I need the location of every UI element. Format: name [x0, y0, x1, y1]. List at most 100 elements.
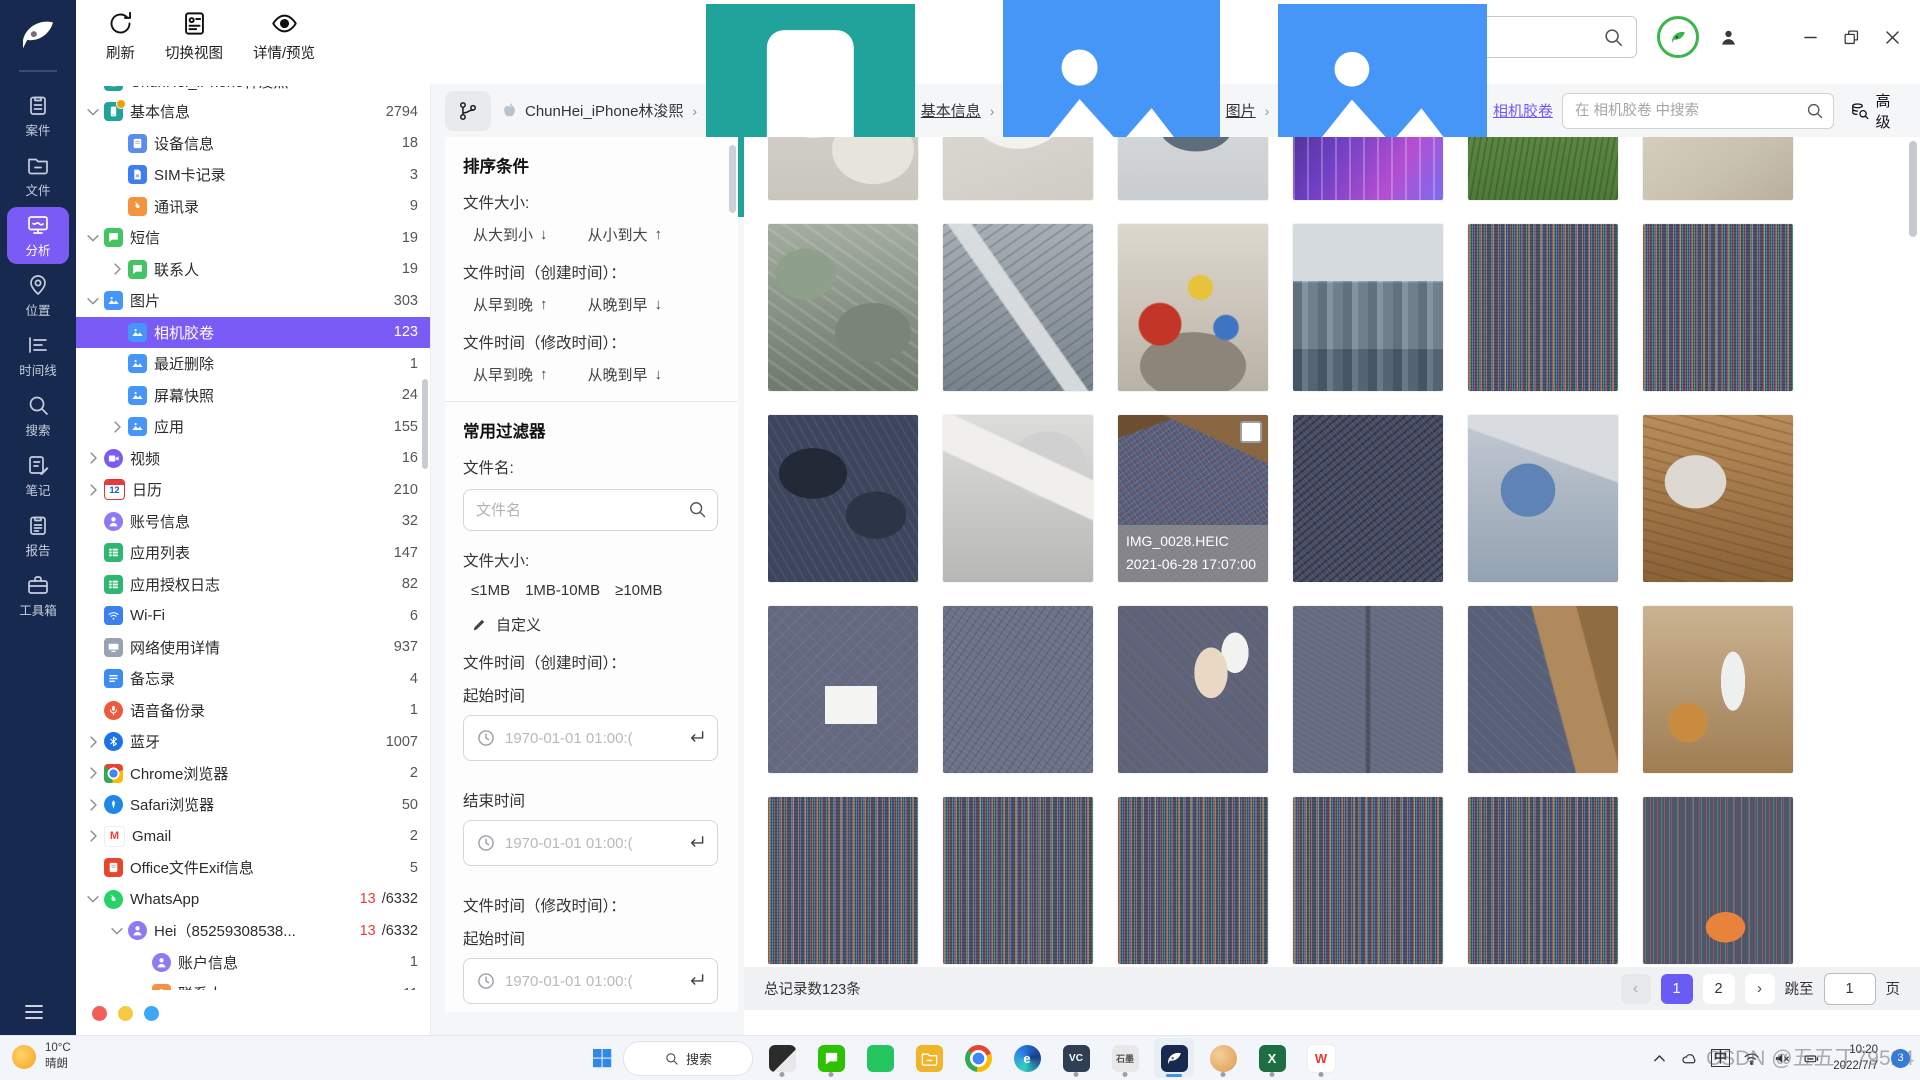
user-account-icon[interactable]	[1719, 28, 1738, 47]
chevron-down-icon[interactable]	[84, 103, 102, 121]
weather-widget[interactable]: 10°C 晴朗	[12, 1041, 71, 1072]
sort-option[interactable]: 从小到大↑	[588, 224, 663, 245]
rail-item-case[interactable]: 案件	[7, 87, 69, 144]
rail-item-report[interactable]: 报告	[7, 507, 69, 564]
chevron-down-icon[interactable]	[84, 890, 102, 908]
created-start-input[interactable]: 1970-01-01 01:00:(	[463, 715, 718, 761]
tree-item-语音备份录[interactable]: 语音备份录1	[76, 695, 430, 727]
size-chip[interactable]: ≥10MB	[615, 582, 662, 599]
tree-item-账号信息[interactable]: 账号信息32	[76, 506, 430, 538]
photo-tile[interactable]	[1118, 224, 1268, 391]
rail-item-timeline[interactable]: 时间线	[7, 327, 69, 384]
chevron-right-icon[interactable]	[108, 418, 126, 436]
taskbar-app-gray-app[interactable]: 石墨	[1105, 1038, 1145, 1078]
chevron-right-icon[interactable]	[84, 827, 102, 845]
created-end-input[interactable]: 1970-01-01 01:00:(	[463, 820, 718, 866]
tree-item-Wi-Fi[interactable]: Wi-Fi6	[76, 600, 430, 632]
next-page-button[interactable]: ›	[1745, 974, 1775, 1004]
photo-tile[interactable]	[768, 606, 918, 773]
photo-tile[interactable]	[1293, 224, 1443, 391]
chevron-right-icon[interactable]	[84, 796, 102, 814]
minimize-icon[interactable]	[1801, 28, 1820, 47]
grid-scrollbar[interactable]	[1909, 141, 1917, 237]
rail-item-toolbox[interactable]: 工具箱	[7, 567, 69, 624]
photo-tile[interactable]: IMG_0028.HEIC2021-06-28 17:07:00	[1118, 415, 1268, 582]
chevron-down-icon[interactable]	[108, 922, 126, 940]
tray-expand-icon[interactable]	[1651, 1050, 1668, 1067]
tree-scrollbar[interactable]	[422, 379, 428, 469]
tree-item-Office文件Exif信息[interactable]: Office文件Exif信息5	[76, 852, 430, 884]
photo-tile[interactable]	[1293, 137, 1443, 200]
tree-item-视频[interactable]: 视频16	[76, 443, 430, 475]
tree-item-日历[interactable]: 12日历210	[76, 474, 430, 506]
tree-item-图片[interactable]: 图片303	[76, 285, 430, 317]
photo-tile[interactable]	[1643, 224, 1793, 391]
photo-tile[interactable]	[1293, 606, 1443, 773]
advanced-search-button[interactable]: 高级	[1850, 90, 1905, 132]
tree-item-Safari浏览器[interactable]: Safari浏览器50	[76, 789, 430, 821]
rail-item-search[interactable]: 搜索	[7, 387, 69, 444]
battery-icon[interactable]	[1803, 1050, 1820, 1067]
photo-tile[interactable]	[943, 137, 1093, 200]
taskbar-clock[interactable]: 10:202022/7/7	[1833, 1042, 1878, 1074]
taskbar-app-forensics[interactable]	[1154, 1038, 1194, 1078]
yellow-dot-button[interactable]	[118, 1006, 133, 1021]
search-icon[interactable]	[1602, 26, 1624, 48]
photo-tile[interactable]	[1293, 797, 1443, 964]
sort-option[interactable]: 从大到小↓	[473, 224, 548, 245]
tree-item-基本信息[interactable]: 基本信息2794	[76, 96, 430, 128]
photo-tile[interactable]	[943, 606, 1093, 773]
notification-badge[interactable]: 3	[1891, 1049, 1910, 1068]
tree-item-短信[interactable]: 短信19	[76, 222, 430, 254]
tree-item-最近删除[interactable]: 最近删除1	[76, 348, 430, 380]
chevron-right-icon[interactable]	[84, 733, 102, 751]
photo-tile[interactable]	[1468, 797, 1618, 964]
rail-item-analysis[interactable]: 分析	[7, 207, 69, 264]
tree-item-device[interactable]: ChunHei_iPhone林浚熙	[76, 86, 430, 96]
tree-item-应用列表[interactable]: 应用列表147	[76, 537, 430, 569]
photo-tile[interactable]	[1293, 415, 1443, 582]
rail-item-location[interactable]: 位置	[7, 267, 69, 324]
photo-tile[interactable]	[768, 224, 918, 391]
export-icon[interactable]	[310, 1003, 331, 1024]
maximize-icon[interactable]	[1842, 28, 1861, 47]
tree-item-通讯录[interactable]: 通讯录9	[76, 191, 430, 223]
photo-tile[interactable]	[1118, 797, 1268, 964]
taskbar-app-wechat[interactable]	[811, 1038, 851, 1078]
photo-tile[interactable]	[1468, 224, 1618, 391]
photo-tile[interactable]	[768, 797, 918, 964]
taskbar-app-tan-app[interactable]	[1203, 1038, 1243, 1078]
photo-tile[interactable]	[1643, 415, 1793, 582]
chevron-right-icon[interactable]	[84, 764, 102, 782]
taskbar-app-excel[interactable]: X	[1252, 1038, 1292, 1078]
branch-view-button[interactable]	[445, 91, 491, 131]
rail-item-notes[interactable]: 笔记	[7, 447, 69, 504]
tree-item-账户信息[interactable]: 账户信息1	[76, 947, 430, 979]
prev-page-button[interactable]: ‹	[1621, 974, 1651, 1004]
taskbar-app-wps[interactable]: W	[1301, 1038, 1341, 1078]
tree-item-设备信息[interactable]: 设备信息18	[76, 128, 430, 160]
tree-item-相机胶卷[interactable]: 相机胶卷123	[76, 317, 430, 349]
sort-option[interactable]: 从晚到早↓	[588, 364, 663, 385]
taskbar-app-explorer[interactable]	[909, 1038, 949, 1078]
photo-tile[interactable]	[1118, 137, 1268, 200]
size-chip[interactable]: 1MB-10MB	[525, 582, 600, 599]
wifi-icon[interactable]	[1743, 1050, 1760, 1067]
tree-item-WhatsApp[interactable]: WhatsApp13/6332	[76, 884, 430, 916]
filename-filter-input[interactable]	[464, 502, 717, 519]
tree-item-Hei（85259308538...[interactable]: Hei（85259308538...13/6332	[76, 915, 430, 947]
chevron-right-icon[interactable]	[108, 260, 126, 278]
chevron-down-icon[interactable]	[84, 292, 102, 310]
taskbar-app-chrome[interactable]	[958, 1038, 998, 1078]
photo-checkbox[interactable]	[1240, 421, 1262, 443]
tree-item-屏幕快照[interactable]: 屏幕快照24	[76, 380, 430, 412]
sort-option[interactable]: 从早到晚↑	[473, 364, 548, 385]
taskbar-app-vc[interactable]: VC	[1056, 1038, 1096, 1078]
photo-tile[interactable]	[1468, 415, 1618, 582]
sort-option[interactable]: 从早到晚↑	[473, 294, 548, 315]
tree-item-Chrome浏览器[interactable]: Chrome浏览器2	[76, 758, 430, 790]
photo-tile[interactable]	[768, 137, 918, 200]
tree-item-网络使用详情[interactable]: 网络使用详情937	[76, 632, 430, 664]
onedrive-icon[interactable]	[1681, 1050, 1698, 1067]
tree-item-应用[interactable]: 应用155	[76, 411, 430, 443]
